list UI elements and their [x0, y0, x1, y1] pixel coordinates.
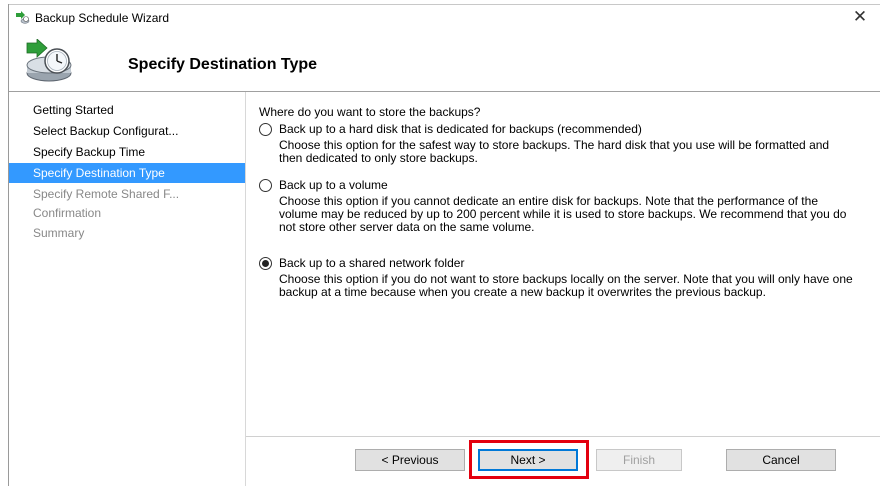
nav-item-specify-remote-shared-folder: Specify Remote Shared F... — [33, 187, 180, 201]
radio-shared-network-folder[interactable] — [259, 256, 272, 270]
button-bar-divider — [246, 436, 880, 437]
nav-item-confirmation: Confirmation — [33, 206, 102, 220]
wizard-app-icon — [14, 11, 30, 24]
nav-item-getting-started[interactable]: Getting Started — [9, 100, 245, 120]
option-dedicated-disk-label: Back up to a hard disk that is dedicated… — [279, 122, 642, 136]
option-dedicated-disk-description: Choose this option for the safest way to… — [279, 138, 830, 165]
finish-button: Finish — [596, 449, 682, 471]
destination-type-panel: Where do you want to store the backups? … — [246, 92, 880, 486]
wizard-steps-nav: Getting Started Select Backup Configurat… — [9, 92, 245, 486]
wizard-window: Backup Schedule Wizard ✕ Specify Destina… — [0, 0, 880, 486]
option-shared-network-folder[interactable]: Back up to a shared network folder — [259, 256, 464, 270]
option-volume[interactable]: Back up to a volume — [259, 178, 388, 192]
option-volume-label: Back up to a volume — [279, 178, 388, 192]
radio-dedicated-disk[interactable] — [259, 122, 272, 136]
close-icon[interactable]: ✕ — [850, 7, 870, 27]
option-shared-network-folder-description: Choose this option if you do not want to… — [279, 272, 853, 299]
title-bar: Backup Schedule Wizard ✕ — [9, 5, 880, 29]
nav-item-specify-destination-type[interactable]: Specify Destination Type — [9, 163, 245, 183]
cancel-button[interactable]: Cancel — [726, 449, 836, 471]
next-button-highlight — [469, 440, 589, 479]
previous-button[interactable]: < Previous — [355, 449, 465, 471]
option-shared-network-folder-label: Back up to a shared network folder — [279, 256, 465, 270]
destination-question: Where do you want to store the backups? — [259, 105, 481, 119]
nav-item-specify-backup-time[interactable]: Specify Backup Time — [9, 142, 245, 162]
backup-clock-icon — [21, 38, 81, 83]
nav-item-select-backup-configuration[interactable]: Select Backup Configurat... — [9, 121, 245, 141]
page-title: Specify Destination Type — [128, 56, 318, 73]
wizard-header: Specify Destination Type — [9, 29, 880, 91]
radio-volume[interactable] — [259, 178, 272, 192]
nav-item-summary: Summary — [33, 226, 85, 240]
option-volume-description: Choose this option if you cannot dedicat… — [279, 194, 847, 234]
window-title: Backup Schedule Wizard — [35, 11, 170, 25]
option-dedicated-disk[interactable]: Back up to a hard disk that is dedicated… — [259, 122, 642, 136]
